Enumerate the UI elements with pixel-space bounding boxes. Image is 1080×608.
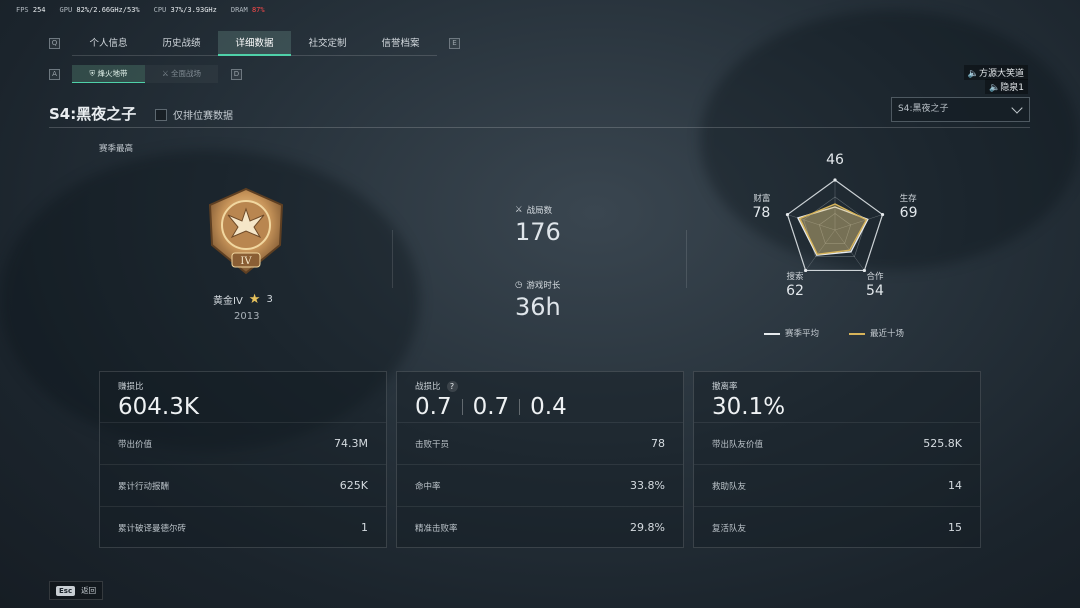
divider	[49, 127, 1030, 128]
extraction-card: 撤离率 30.1% 带出队友价值 525.8K 救助队友 14 复活队友 15	[693, 371, 981, 548]
radar-vertex-dot	[785, 212, 790, 217]
radar-axis-label: 战斗	[826, 150, 844, 151]
tab-detailed-data[interactable]: 详细数据	[218, 31, 291, 56]
radar-vertex-dot	[833, 178, 837, 182]
speaker-icon: 🔈	[967, 69, 979, 79]
radar-axis-value: 69	[900, 205, 918, 221]
extraction-rate-label: 撤离率	[712, 382, 738, 392]
radar-series-recent	[798, 203, 868, 256]
key-hint-prev-tab: Q	[49, 38, 60, 49]
clock-icon: ◷	[515, 280, 523, 290]
playtime-value: 36h	[515, 293, 561, 321]
extraction-rate-value: 30.1%	[712, 394, 786, 420]
dram-readout: DRAM 87%	[230, 6, 265, 14]
combat-card: 战损比 ? 0.7 0.7 0.4 击败干员 78 命中率 33.8% 精准击败率 2…	[396, 371, 684, 548]
tab-credit-record[interactable]: 信誉档案	[364, 31, 437, 56]
season-dropdown-value: S4:黑夜之子	[898, 104, 949, 114]
stat-row: 累计行动报酬 625K	[100, 464, 386, 506]
season-title: S4:黑夜之子	[49, 105, 137, 123]
kd-ratio-values: 0.7 0.7 0.4	[415, 394, 567, 420]
rank-badge-icon: IV	[208, 187, 284, 275]
stat-row: 带出队友价值 525.8K	[694, 422, 980, 464]
key-hint-prev-subtab: A	[49, 69, 60, 80]
legend-season-average: 赛季平均	[764, 327, 819, 339]
help-icon[interactable]: ?	[446, 380, 458, 392]
divider	[392, 230, 393, 288]
radar-vertex-dot	[804, 268, 808, 273]
season-dropdown[interactable]: S4:黑夜之子	[891, 97, 1030, 122]
performance-overlay: FPS 254 GPU 82%/2.66GHz/53% CPU 37%/3.93…	[16, 6, 265, 14]
matches-stat: ⚔ 战局数 176	[515, 205, 561, 246]
season-best-label: 赛季最高	[99, 144, 134, 154]
stat-row: 累计破译曼德尔砖 1	[100, 506, 386, 548]
subtab-operations[interactable]: ⛨ 烽火地带	[72, 65, 145, 83]
stat-row: 带出价值 74.3M	[100, 422, 386, 464]
legend-recent-ten: 最近十场	[849, 327, 904, 339]
radar-axis-value: 62	[786, 283, 804, 299]
tab-personal-info[interactable]: 个人信息	[72, 31, 145, 56]
kd-ratio-label: 战损比 ?	[415, 380, 665, 392]
back-button[interactable]: Esc 返回	[49, 581, 104, 600]
profit-card: 赚损比 604.3K 带出价值 74.3M 累计行动报酬 625K 累计破译曼德尔砖…	[99, 371, 387, 548]
matches-value: 176	[515, 218, 561, 246]
stat-row: 命中率 33.8%	[397, 464, 683, 506]
voice-chat-user: 🔈方源大笑道	[963, 65, 1028, 80]
rank-name: 黄金IV ★ 3	[213, 292, 273, 307]
fps-readout: FPS 254	[16, 6, 46, 14]
tab-social-custom[interactable]: 社交定制	[291, 31, 364, 56]
voice-chat-user: 🔈隐泉1	[985, 79, 1028, 94]
ranked-only-toggle[interactable]: 仅排位赛数据	[155, 107, 233, 122]
warfare-icon: ⚔	[161, 69, 172, 78]
divider	[686, 230, 687, 288]
tab-match-history[interactable]: 历史战绩	[145, 31, 218, 56]
stat-row: 复活队友 15	[694, 506, 980, 548]
back-label: 返回	[81, 586, 97, 595]
cpu-readout: CPU 37%/3.93GHz	[153, 6, 217, 14]
profit-ratio-value: 604.3K	[118, 394, 199, 420]
stat-row: 击败干员 78	[397, 422, 683, 464]
mode-tab-bar: ⛨ 烽火地带 ⚔ 全面战场	[72, 65, 218, 83]
key-hint-next-subtab: D	[231, 69, 242, 80]
radar-axis-label: 合作	[866, 271, 884, 282]
radar-axis-value: 46	[826, 152, 844, 168]
star-icon: ★	[248, 292, 261, 307]
operations-icon: ⛨	[89, 69, 98, 78]
profit-ratio-label: 赚损比	[118, 382, 144, 392]
badge-numeral: IV	[240, 256, 252, 267]
gpu-readout: GPU 82%/2.66GHz/53%	[59, 6, 140, 14]
key-hint-next-tab: E	[449, 38, 460, 49]
radar-axis-label: 搜索	[787, 271, 804, 282]
radar-axis-label: 财富	[753, 193, 770, 204]
subtab-warfare[interactable]: ⚔ 全面战场	[145, 65, 218, 83]
radar-vertex-dot	[880, 212, 885, 217]
radar-legend: 赛季平均 最近十场	[764, 327, 904, 339]
radar-axis-label: 生存	[900, 193, 918, 204]
radar-axis-value: 78	[753, 205, 771, 221]
ability-radar-chart: 战斗46 生存69 合作54 搜索62 财富78	[753, 150, 918, 299]
playtime-stat: ◷ 游戏时长 36h	[515, 280, 561, 321]
main-tab-bar: 个人信息 历史战绩 详细数据 社交定制 信誉档案	[72, 31, 437, 56]
stat-row: 精准击败率 29.8%	[397, 506, 683, 548]
chevron-down-icon	[1011, 102, 1023, 114]
ranked-only-checkbox[interactable]	[155, 108, 167, 121]
esc-key-hint: Esc	[56, 585, 76, 596]
radar-axis-value: 54	[866, 283, 884, 299]
ranked-only-label: 仅排位赛数据	[173, 111, 233, 122]
crossed-swords-icon: ⚔	[515, 205, 523, 215]
stat-row: 救助队友 14	[694, 464, 980, 506]
speaker-icon: 🔈	[989, 83, 1001, 93]
rank-score: 2013	[234, 311, 260, 322]
